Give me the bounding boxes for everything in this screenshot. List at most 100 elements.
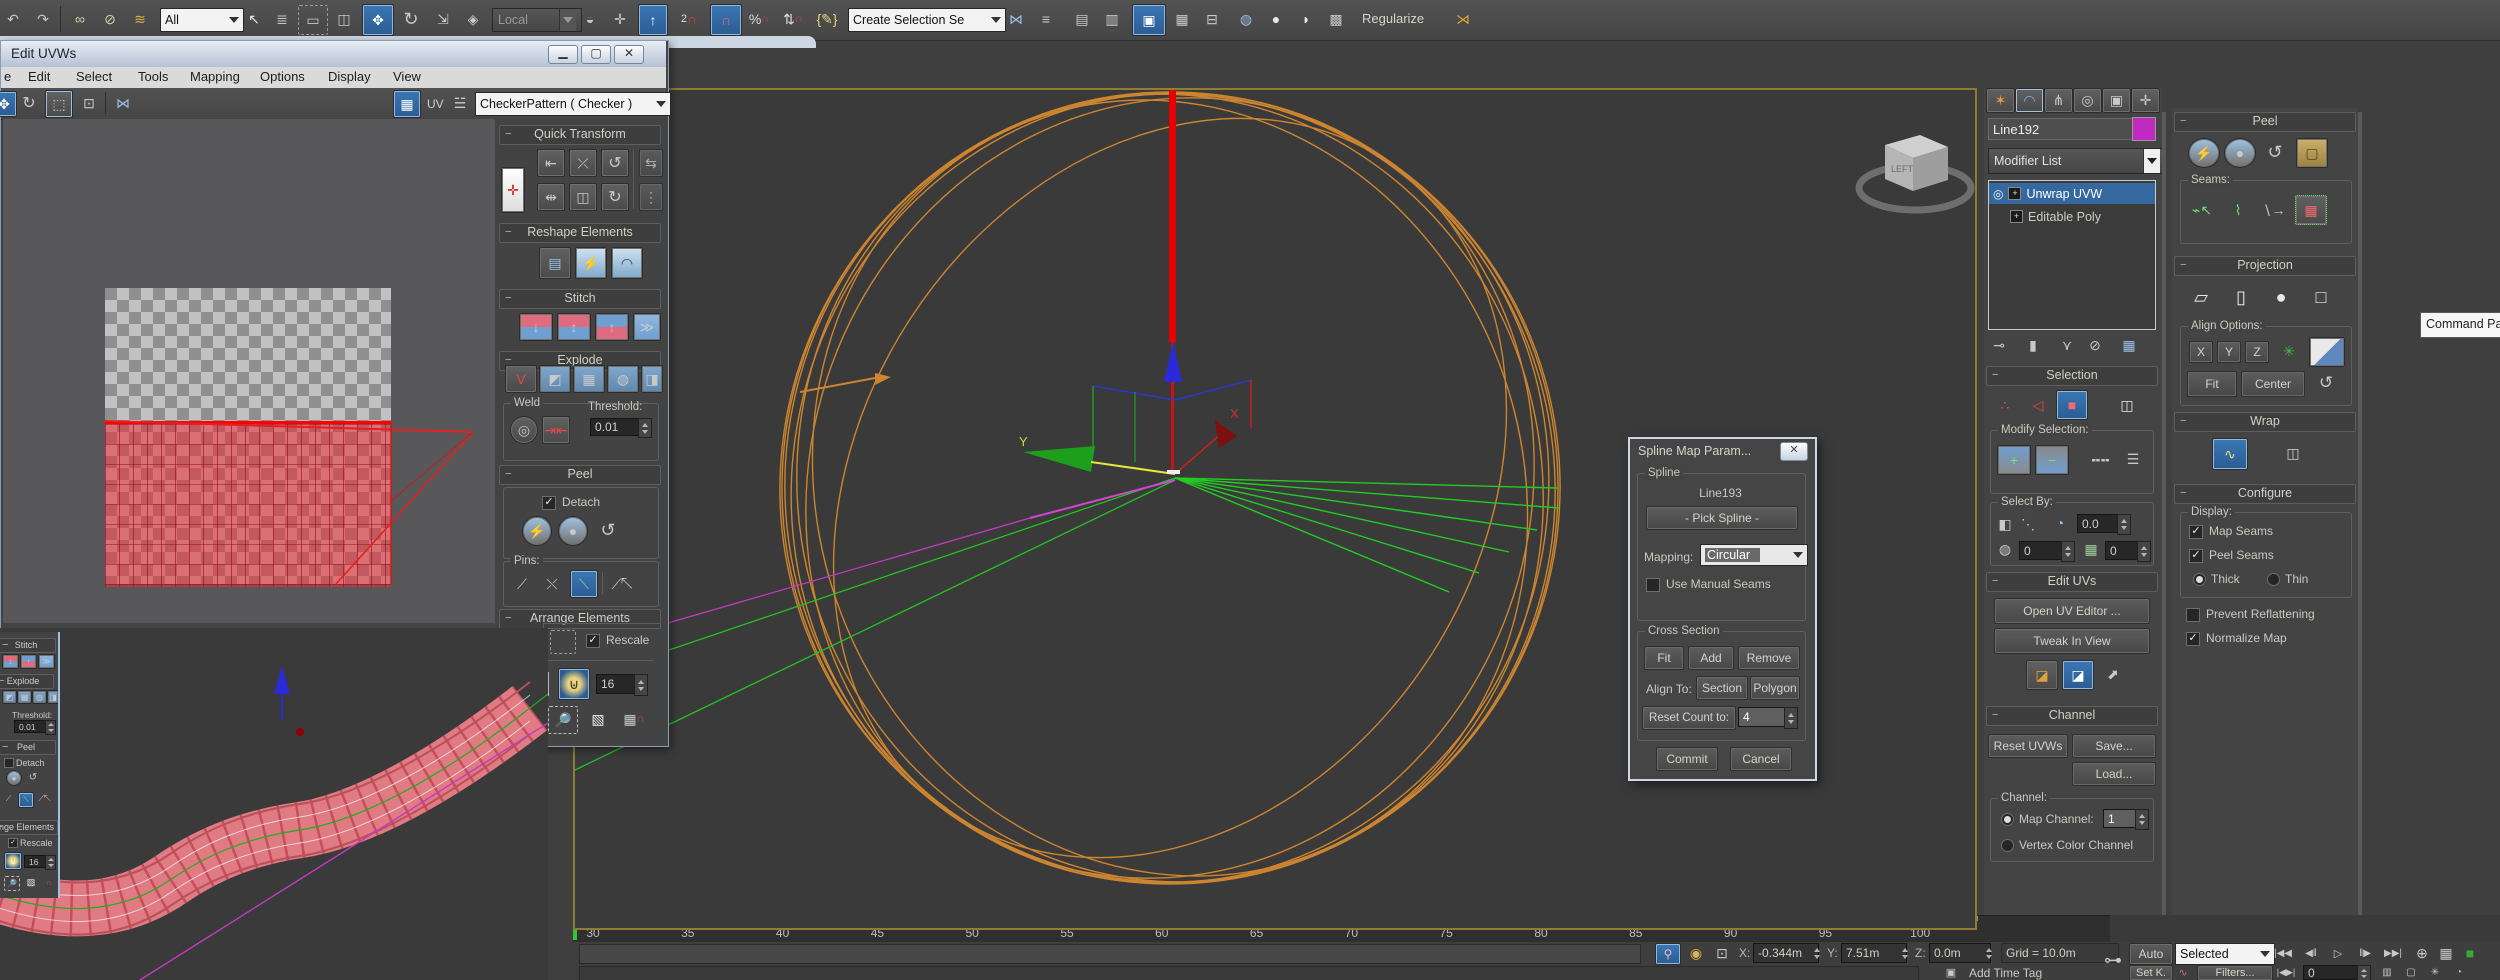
tab-motion[interactable]: ◎ <box>2073 88 2102 113</box>
weld-threshold-field[interactable]: 0.01 <box>590 418 644 436</box>
remove-button[interactable]: Remove <box>1738 646 1800 670</box>
pick-spline-button[interactable]: - Pick Spline - <box>1646 506 1798 530</box>
modifier-list-dropdown[interactable]: Modifier List <box>1988 148 2166 174</box>
maxscript-mini-listener[interactable] <box>579 966 1919 980</box>
strip-peel-icon[interactable]: ● <box>6 770 22 786</box>
strip-explode-icon[interactable]: ◩ <box>2 690 17 704</box>
viewcube[interactable]: LEFT <box>1859 135 1971 210</box>
edit-seams-icon[interactable]: ⌁↖ <box>2187 197 2217 223</box>
reset-projection-icon[interactable]: ↺ <box>2313 371 2339 395</box>
align-spacing-icon[interactable]: ⇆ <box>639 149 663 177</box>
strip-grid-snap-icon[interactable]: ∩ <box>42 876 56 889</box>
pin-move-icon[interactable]: ⟋ <box>510 572 534 596</box>
reference-coordinate-dropdown[interactable]: Local <box>492 8 582 32</box>
select-and-scale-icon[interactable]: ⇲ <box>428 4 458 34</box>
strip-padding-icon[interactable]: ⊎ <box>4 852 22 870</box>
uv-space-label[interactable]: UV <box>427 97 444 111</box>
menu-item-tools[interactable]: Tools <box>138 69 168 84</box>
point-to-point-seam-icon[interactable]: ⌇ <box>2223 197 2253 223</box>
show-map-icon[interactable]: ▦ <box>393 90 421 118</box>
expand-to-seams-icon[interactable]: ▦ <box>2295 195 2327 225</box>
tab-utilities[interactable]: ✛ <box>2131 88 2160 113</box>
window-crossing-icon[interactable]: ◫ <box>330 5 358 33</box>
key-filters-button[interactable]: Filters... <box>2197 965 2273 980</box>
move-uv-icon[interactable]: ✥ <box>0 91 17 117</box>
shrink-selection-icon[interactable]: − <box>2035 445 2069 475</box>
stitch-custom-icon[interactable]: ↓ <box>519 313 553 341</box>
x-coord-spinner[interactable] <box>1811 943 1823 963</box>
command-panel-scrollbar-right[interactable] <box>2358 112 2362 930</box>
peel-header[interactable]: Peel <box>499 465 661 485</box>
weld-threshold-spinner[interactable] <box>638 418 652 438</box>
unlink-selection-icon[interactable]: ⊘ <box>96 5 124 33</box>
strip-stitch-icon3[interactable]: ≫ <box>38 654 55 669</box>
command-panel-scrollbar[interactable] <box>2162 112 2166 930</box>
absolute-typein-icon[interactable]: ✛ <box>501 167 525 213</box>
select-ring-icon[interactable]: ☰ <box>2119 445 2147 473</box>
projection-center-button[interactable]: Center <box>2241 371 2305 397</box>
show-end-result-icon[interactable]: ▮ <box>2020 334 2046 356</box>
tab-hierarchy[interactable]: ⋔ <box>2044 88 2073 113</box>
absolute-offset-toggle-icon[interactable]: ⊡ <box>1711 943 1733 963</box>
selection-lock-icon[interactable]: ⚲ <box>1655 943 1681 965</box>
select-loop-icon[interactable]: ╍╍ <box>2087 451 2115 469</box>
channel-rollout-header[interactable]: Channel <box>1986 706 2158 726</box>
peel-mode-icon[interactable]: ● <box>2224 138 2256 168</box>
zoom-value-icon[interactable]: ⊕ <box>2411 943 2433 963</box>
projection-fit-button[interactable]: Fit <box>2187 371 2237 397</box>
edge-mode-icon[interactable]: ◁ <box>2024 392 2052 418</box>
select-by-matid-icon[interactable]: ▦ <box>2079 537 2103 561</box>
viewcube-face-label[interactable]: LEFT <box>1891 164 1914 174</box>
pin-tool-icon[interactable]: ⟍ <box>570 570 598 598</box>
strip-reset-peel-icon[interactable]: ↺ <box>26 770 40 784</box>
undo-icon[interactable]: ↶ <box>0 5 26 33</box>
render-setup-icon[interactable]: ◍ <box>1232 4 1260 34</box>
use-manual-seams-checkbox[interactable] <box>1646 578 1660 592</box>
relax-custom-icon[interactable]: ▤ <box>539 247 571 279</box>
object-color-swatch[interactable] <box>2132 117 2156 141</box>
select-and-rotate-icon[interactable]: ↻ <box>396 4 426 34</box>
target-weld-icon[interactable]: ⇥⇤ <box>542 416 570 444</box>
isolate-selection-icon[interactable]: ■ <box>2459 943 2481 963</box>
mirror-gold-icon[interactable]: ⋊ <box>1448 4 1478 34</box>
align-y-button[interactable]: Y <box>2217 341 2241 363</box>
dope-sheet-icon[interactable]: ⊟ <box>1198 4 1226 34</box>
mirror-icon[interactable]: ⋈ <box>1002 4 1030 34</box>
strip-explode-icon4[interactable]: ◨ <box>47 690 59 704</box>
angle-threshold-spinner[interactable] <box>2117 514 2131 535</box>
vertex-mode-icon[interactable]: ∴ <box>1992 392 2020 418</box>
current-frame-spinner[interactable] <box>2357 965 2371 980</box>
quick-transform-header[interactable]: Quick Transform <box>499 125 661 145</box>
strip-explode-icon2[interactable]: ▦ <box>17 690 32 704</box>
uv-canvas[interactable] <box>3 119 495 623</box>
use-pivot-center-icon[interactable]: ◒ <box>576 4 604 34</box>
map-channel-radio[interactable] <box>2001 813 2014 826</box>
element-mode-icon[interactable]: ◫ <box>2112 392 2142 418</box>
menu-item-mapping[interactable]: Mapping <box>190 69 240 84</box>
mirror-uv-icon[interactable]: ⋈ <box>111 91 135 115</box>
reset-peel-icon[interactable]: ↺ <box>594 516 622 544</box>
set-key-button[interactable]: Set K. <box>2129 965 2173 980</box>
save-button[interactable]: Save... <box>2072 734 2156 758</box>
freeform-mode-icon[interactable]: ⊡ <box>77 91 101 115</box>
select-and-link-icon[interactable]: ∞ <box>66 5 94 33</box>
rectangular-region-icon[interactable]: ▭ <box>298 5 328 35</box>
lightbulb-icon[interactable]: ◎ <box>1993 187 2003 201</box>
align-polygon-button[interactable]: Polygon <box>1750 676 1800 700</box>
align-horizontal-icon[interactable]: ⇤ <box>537 149 565 177</box>
strip-peel-header[interactable]: Peel <box>0 740 56 755</box>
padding-tool-icon[interactable]: ⊎ <box>558 668 590 700</box>
remove-modifier-icon[interactable]: ⊘ <box>2082 334 2108 356</box>
polygon-mode-icon[interactable]: ■ <box>2056 390 2088 420</box>
play-icon[interactable]: ▷ <box>2327 943 2349 963</box>
stack-item-editable-poly[interactable]: + Editable Poly <box>1989 206 2155 227</box>
rearrange-region-icon[interactable] <box>550 630 576 654</box>
align-to-view-tripod-icon[interactable]: ✳ <box>2275 337 2303 365</box>
map-channel-spinner[interactable] <box>2135 809 2149 830</box>
rotate-cw-icon[interactable]: ↻ <box>601 183 629 211</box>
grid-snap-icon[interactable]: ▦∩ <box>620 706 648 732</box>
stitch-to-source-icon[interactable]: ↑ <box>595 313 629 341</box>
x-axis-arrow[interactable] <box>1215 420 1237 448</box>
viewport-layout-icon[interactable]: ▦ <box>2435 943 2457 963</box>
material-editor-icon[interactable]: ● <box>1262 4 1290 34</box>
